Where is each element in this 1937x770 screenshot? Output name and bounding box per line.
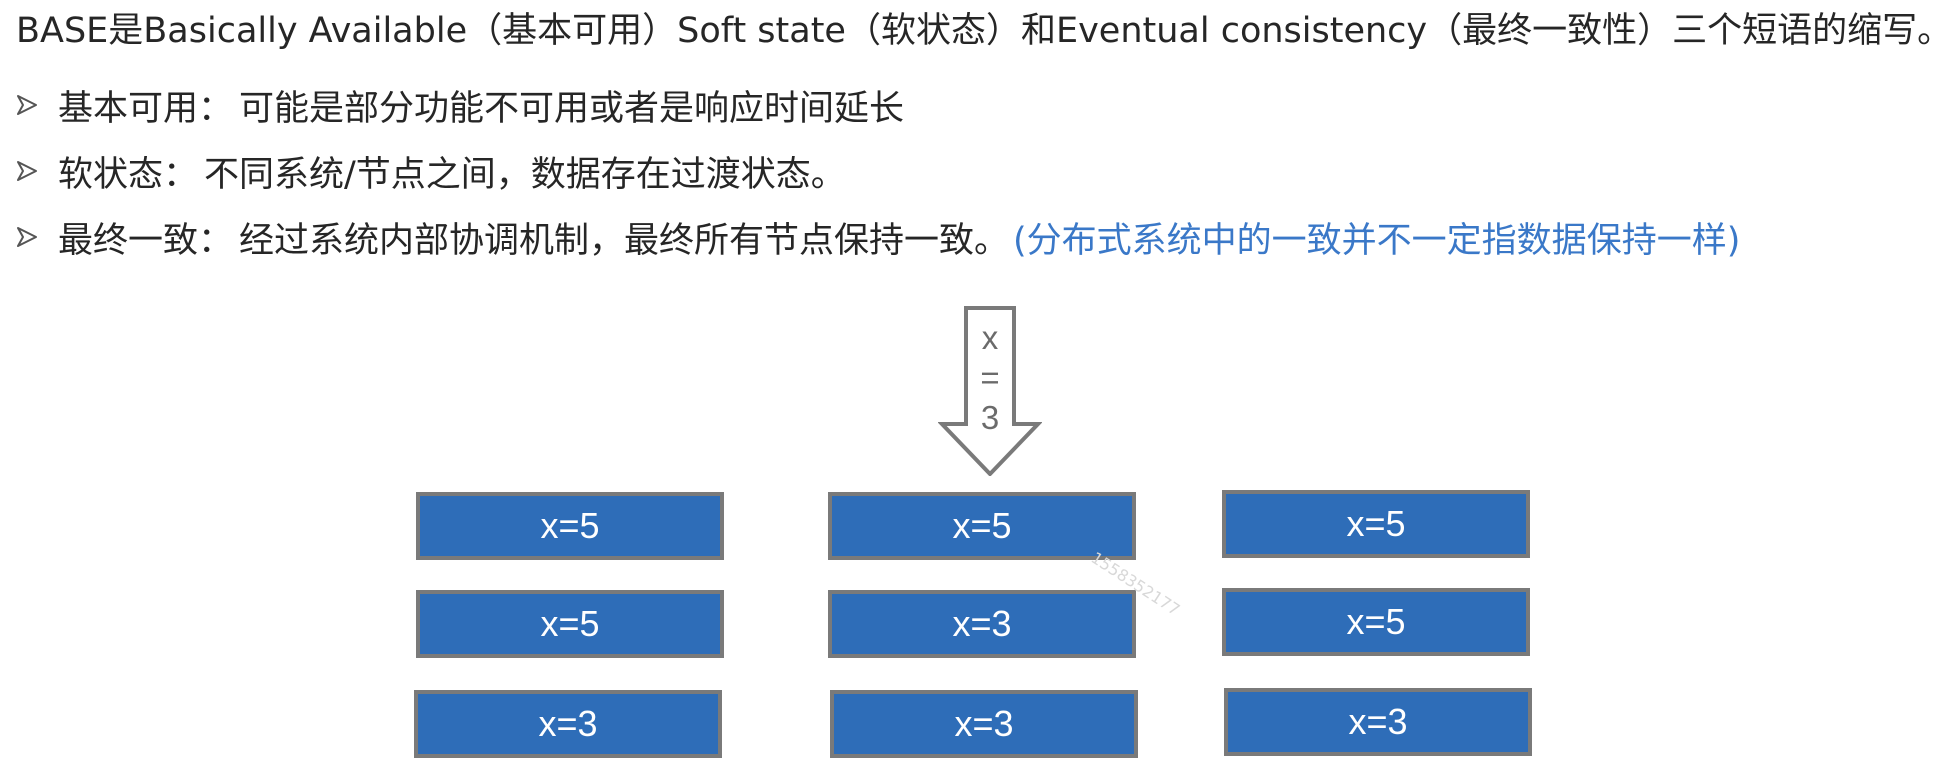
arrowhead-bullet-icon [16, 204, 44, 270]
bullet-text: 可能是部分功能不可用或者是响应时间延长 [239, 88, 905, 129]
bullet-label: 基本可用： [58, 88, 234, 129]
bullet-eventual-consistency: 最终一致： 经过系统内部协调机制，最终所有节点保持一致。 (分布式系统中的一致并… [16, 204, 1740, 270]
bullet-basically-available: 基本可用： 可能是部分功能不可用或者是响应时间延长 [16, 72, 1740, 138]
arrowhead-bullet-icon [16, 138, 44, 204]
bullet-list: 基本可用： 可能是部分功能不可用或者是响应时间延长 软状态： 不同系统/节点之间… [16, 72, 1740, 270]
node-a-3: x=3 [414, 690, 722, 758]
node-c-1: x=5 [1222, 490, 1530, 558]
arrow-label-value: 3 [980, 399, 1000, 436]
arrowhead-bullet-icon [16, 72, 44, 138]
bullet-note: (分布式系统中的一致并不一定指数据保持一样) [1013, 220, 1741, 261]
bullet-text: 经过系统内部协调机制，最终所有节点保持一致。 [239, 220, 1010, 261]
bullet-label: 软状态： [58, 154, 199, 195]
bullet-label: 最终一致： [58, 220, 234, 261]
node-b-1: x=5 [828, 492, 1136, 560]
node-a-2: x=5 [416, 590, 724, 658]
node-b-3: x=3 [830, 690, 1138, 758]
arrow-label-equals: = [980, 359, 1000, 396]
update-down-arrow: x = 3 [938, 306, 1042, 476]
bullet-text: 不同系统/节点之间，数据存在过渡状态。 [204, 154, 846, 195]
intro-text: BASE是Basically Available（基本可用）Soft state… [16, 11, 1937, 51]
arrow-label-variable: x [981, 319, 999, 356]
node-b-2: x=3 [828, 590, 1136, 658]
bullet-soft-state: 软状态： 不同系统/节点之间，数据存在过渡状态。 [16, 138, 1740, 204]
node-c-3: x=3 [1224, 688, 1532, 756]
node-c-2: x=5 [1222, 588, 1530, 656]
node-a-1: x=5 [416, 492, 724, 560]
